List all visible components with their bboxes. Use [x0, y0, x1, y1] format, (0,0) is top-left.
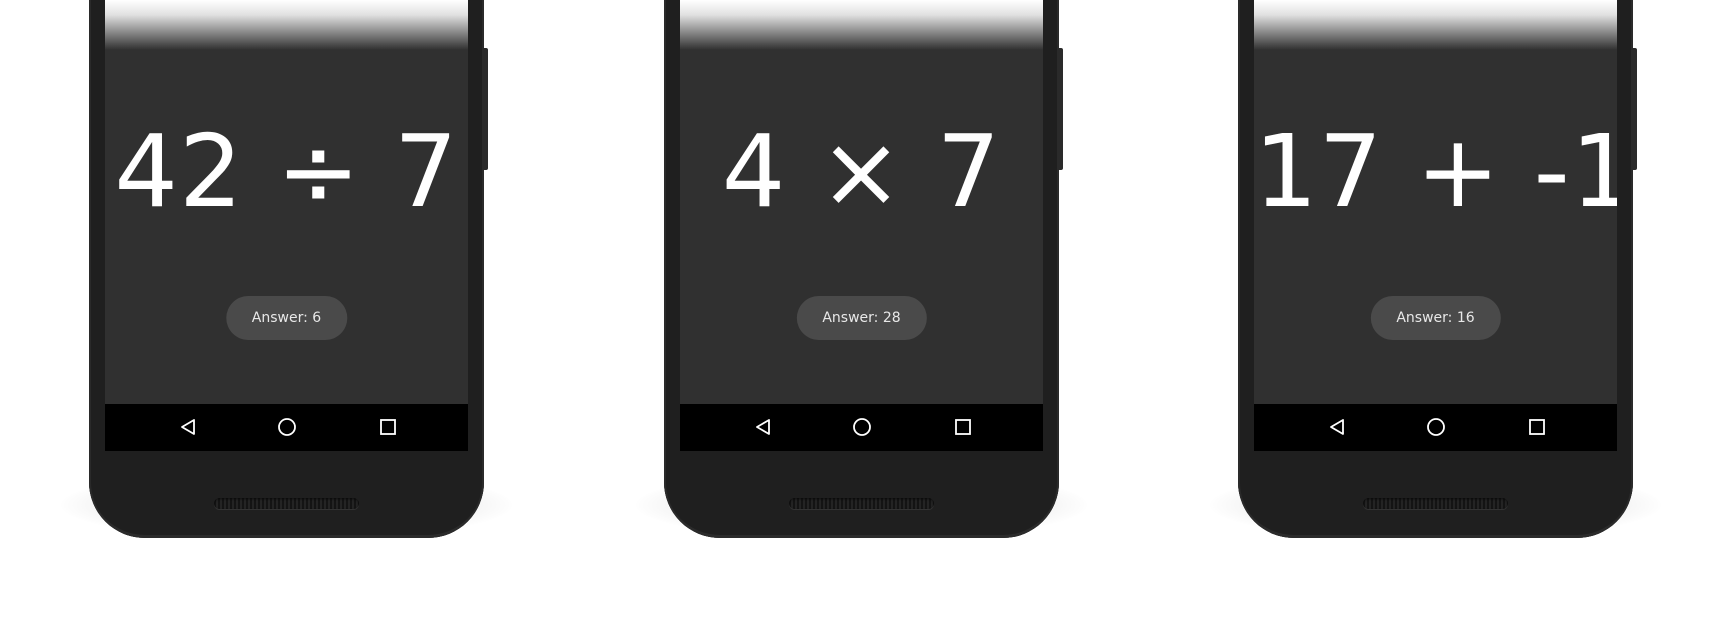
device-showcase: 42 ÷ 7 Answer: 6 4 × 7 Answer: 28 17 + -… [0, 0, 1720, 619]
side-button [1059, 48, 1063, 170]
top-fade [1254, 0, 1617, 50]
phone-body: 17 + -1 Answer: 16 [1238, 0, 1637, 538]
answer-button[interactable]: Answer: 6 [225, 296, 348, 340]
speaker-grille [789, 498, 934, 509]
top-fade [680, 0, 1043, 50]
phone-2: 4 × 7 Answer: 28 [636, 0, 1087, 540]
phone-screen: 17 + -1 Answer: 16 [1254, 0, 1617, 451]
phone-body: 4 × 7 Answer: 28 [664, 0, 1063, 538]
equation-text: 17 + -1 [1254, 113, 1617, 230]
recent-apps-icon[interactable] [952, 416, 974, 438]
phone-1: 42 ÷ 7 Answer: 6 [61, 0, 512, 540]
phone-screen: 4 × 7 Answer: 28 [680, 0, 1043, 451]
answer-button[interactable]: Answer: 28 [796, 296, 927, 340]
phone-screen: 42 ÷ 7 Answer: 6 [105, 0, 468, 451]
equation-text: 4 × 7 [721, 113, 1002, 230]
side-button [1633, 48, 1637, 170]
equation-text: 42 ÷ 7 [114, 113, 459, 230]
navigation-bar [105, 404, 468, 451]
side-button [484, 48, 488, 170]
speaker-grille [1363, 498, 1508, 509]
back-icon[interactable] [752, 416, 774, 438]
home-icon[interactable] [851, 416, 873, 438]
phone-body: 42 ÷ 7 Answer: 6 [89, 0, 488, 538]
top-fade [105, 0, 468, 50]
home-icon[interactable] [276, 416, 298, 438]
answer-button[interactable]: Answer: 16 [1370, 296, 1501, 340]
recent-apps-icon[interactable] [377, 416, 399, 438]
home-icon[interactable] [1425, 416, 1447, 438]
back-icon[interactable] [177, 416, 199, 438]
recent-apps-icon[interactable] [1526, 416, 1548, 438]
navigation-bar [680, 404, 1043, 451]
back-icon[interactable] [1326, 416, 1348, 438]
speaker-grille [214, 498, 359, 509]
phone-3: 17 + -1 Answer: 16 [1210, 0, 1661, 540]
navigation-bar [1254, 404, 1617, 451]
